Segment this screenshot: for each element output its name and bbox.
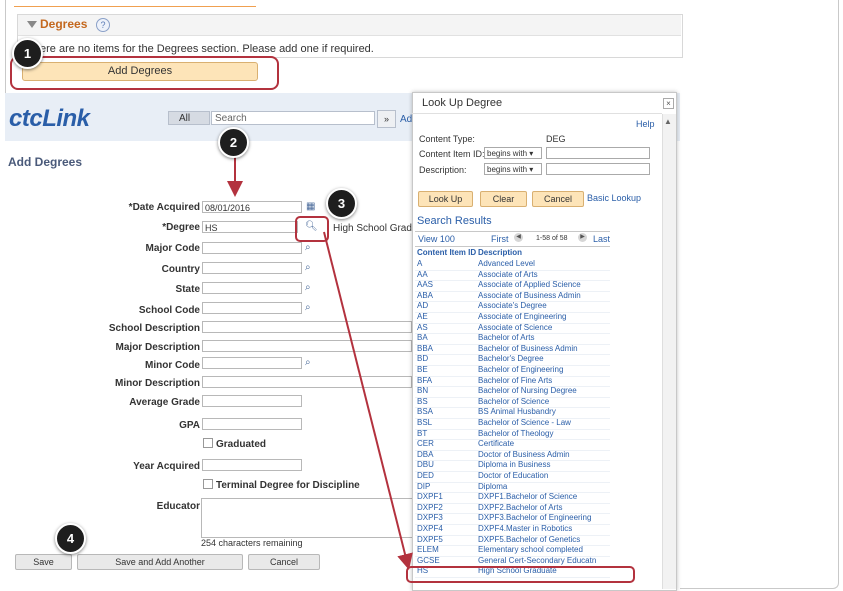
annotation-arrows — [227, 157, 413, 570]
callout-4: 4 — [55, 523, 86, 554]
callout-2: 2 — [218, 127, 249, 158]
callout-1: 1 — [12, 38, 43, 69]
arrow-to-hs-row — [323, 231, 413, 570]
callout-3: 3 — [326, 188, 357, 219]
